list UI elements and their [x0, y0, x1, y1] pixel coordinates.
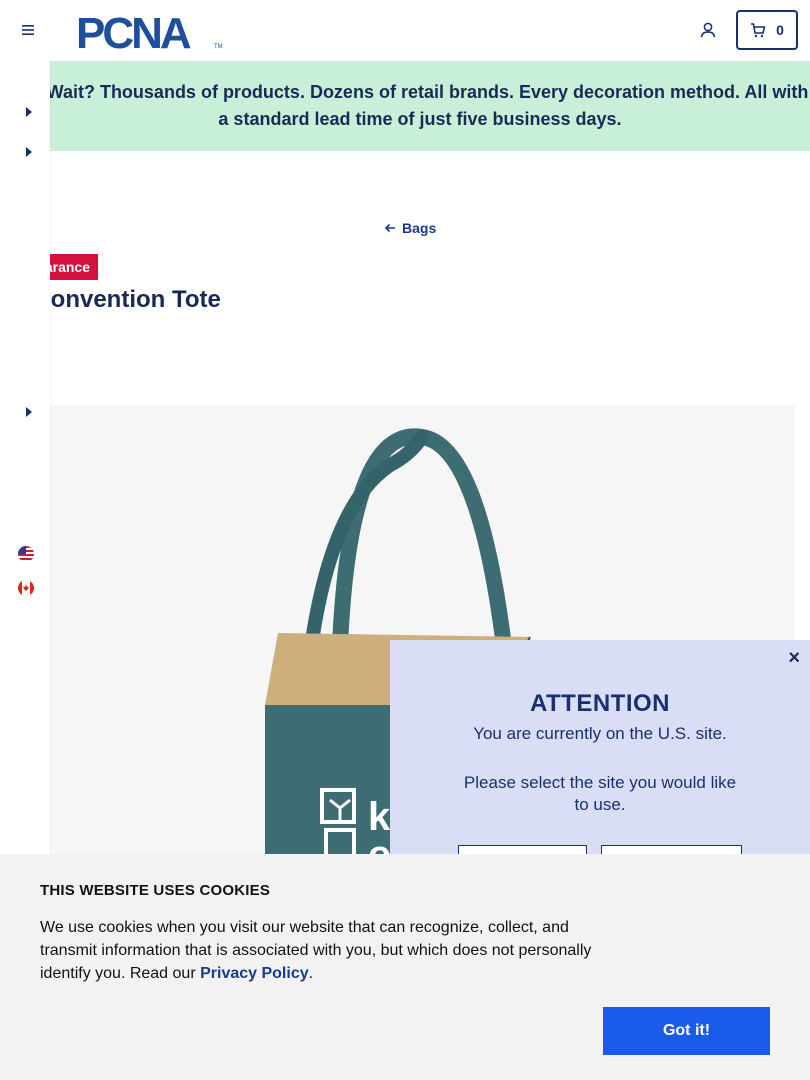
promo-banner: y Wait? Thousands of products. Dozens of…	[0, 61, 810, 151]
pcna-logo[interactable]: PCNA TM	[76, 11, 226, 51]
cart-button[interactable]: 0	[736, 10, 798, 50]
cookie-text: We use cookies when you visit our websit…	[40, 916, 610, 985]
close-icon[interactable]: ×	[788, 648, 800, 668]
cart-icon	[751, 23, 766, 38]
cart-count: 0	[776, 22, 784, 38]
promo-banner-text: y Wait? Thousands of products. Dozens of…	[31, 82, 809, 129]
canada-flag-icon[interactable]	[18, 580, 34, 596]
privacy-policy-link[interactable]: Privacy Policy	[200, 965, 309, 982]
back-to-category-link[interactable]: Bags	[384, 220, 436, 236]
product-title: i Convention Tote	[20, 286, 221, 313]
expand-caret-icon[interactable]	[26, 147, 32, 157]
modal-message: You are currently on the U.S. site.	[473, 724, 727, 743]
trademark-mark: TM	[214, 44, 223, 50]
logo-text: PCNA	[76, 11, 191, 51]
expand-caret-icon[interactable]	[26, 107, 32, 117]
expand-caret-icon[interactable]	[26, 407, 32, 417]
cookie-text-end: .	[308, 965, 314, 982]
cookie-title: THIS WEBSITE USES COOKIES	[40, 882, 271, 899]
modal-title: ATTENTION	[529, 690, 671, 717]
svg-text:k: k	[368, 795, 391, 839]
us-flag-icon[interactable]	[18, 546, 34, 562]
site-header: PCNA TM 0	[0, 0, 810, 60]
accept-cookies-button[interactable]: Got it!	[603, 1007, 770, 1055]
account-icon[interactable]	[698, 20, 718, 40]
modal-prompt: Please select the site you would like to…	[463, 773, 737, 814]
back-link-label: Bags	[402, 220, 437, 236]
cookie-consent-banner: THIS WEBSITE USES COOKIES We use cookies…	[0, 854, 810, 1080]
cookie-text-body: We use cookies when you visit our websit…	[40, 919, 592, 982]
hamburger-menu-icon[interactable]	[18, 20, 38, 40]
arrow-left-icon	[384, 223, 395, 233]
